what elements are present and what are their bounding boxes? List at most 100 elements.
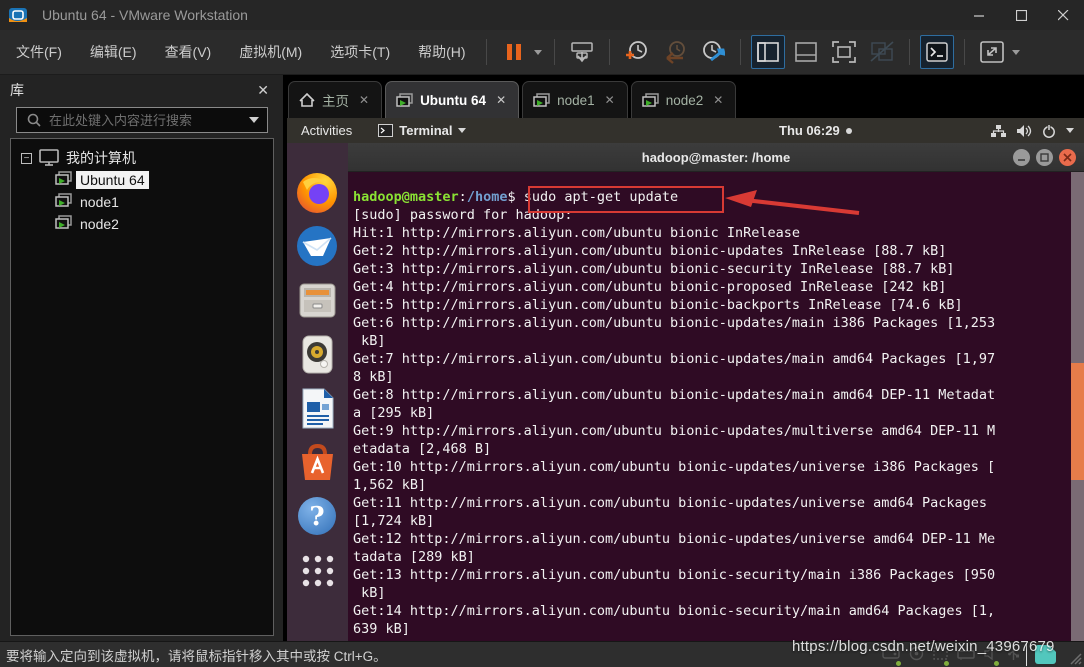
system-menu-chevron-icon[interactable]	[1066, 128, 1074, 133]
terminal-line: 639 kB]	[353, 620, 1084, 638]
terminal-scrollbar-thumb[interactable]	[1071, 363, 1084, 480]
terminal-line: a [295 kB]	[353, 404, 1084, 422]
console-view-toggle[interactable]	[920, 35, 954, 69]
ubuntu-top-bar: Activities Terminal Thu 06:29	[287, 118, 1084, 143]
vm-icon	[642, 93, 659, 108]
app-grid-icon[interactable]	[295, 548, 340, 593]
app-menu-chevron-icon	[458, 128, 466, 133]
tab-Ubuntu 64[interactable]: Ubuntu 64✕	[385, 81, 519, 118]
tab-主页[interactable]: 主页 ✕	[288, 81, 382, 118]
full-screen-icon[interactable]	[975, 35, 1009, 69]
rhythmbox-icon[interactable]	[295, 332, 340, 377]
home-icon	[299, 93, 315, 107]
terminal-line: Get:6 http://mirrors.aliyun.com/ubuntu b…	[353, 314, 1084, 332]
terminal-line: Get:14 http://mirrors.aliyun.com/ubuntu …	[353, 602, 1084, 620]
annotation-arrow-icon	[723, 188, 868, 222]
take-snapshot-icon[interactable]	[620, 35, 654, 69]
vm-icon	[55, 171, 72, 186]
power-icon[interactable]	[1042, 124, 1056, 138]
tree-item-node1[interactable]: node1	[55, 191, 267, 213]
show-library-toggle[interactable]	[751, 35, 785, 69]
library-sidebar: 库 ✕ − 我的计算机 Ubuntu 64 node1 node2	[0, 75, 283, 641]
firefox-icon[interactable]	[295, 170, 340, 215]
terminal-scrollbar[interactable]	[1071, 172, 1084, 641]
menu-item-0[interactable]: 文件(F)	[4, 36, 74, 68]
pause-button[interactable]	[497, 35, 531, 69]
clock[interactable]: Thu 06:29	[779, 123, 852, 138]
full-screen-dropdown-icon[interactable]	[1012, 50, 1020, 55]
menu-item-4[interactable]: 选项卡(T)	[318, 36, 402, 68]
annotation-highlight-box	[528, 186, 724, 213]
terminal-line: Get:9 http://mirrors.aliyun.com/ubuntu b…	[353, 422, 1084, 440]
terminal-line: tadata [289 kB]	[353, 548, 1084, 566]
terminal-line: 1,562 kB]	[353, 476, 1084, 494]
menu-bar: 文件(F)编辑(E)查看(V)虚拟机(M)选项卡(T)帮助(H)	[0, 30, 1084, 75]
thunderbird-icon[interactable]	[295, 224, 340, 269]
tab-node2[interactable]: node2 ✕	[631, 81, 737, 118]
terminal-maximize-button[interactable]	[1036, 149, 1053, 166]
tree-item-label: node1	[76, 193, 123, 211]
tab-bar: 主页✕Ubuntu 64✕node1✕node2✕	[283, 75, 1084, 118]
minimize-button[interactable]	[958, 0, 1000, 30]
terminal-line: kB]	[353, 332, 1084, 350]
tree-root-label: 我的计算机	[66, 148, 136, 168]
tab-label: 主页	[322, 90, 349, 110]
tree-root-my-computer[interactable]: − 我的计算机	[17, 147, 267, 169]
unity-icon-disabled	[865, 35, 899, 69]
search-dropdown-icon[interactable]	[249, 117, 259, 123]
terminal-window: hadoop@master: /home hadoop@master:/home…	[348, 143, 1084, 641]
terminal-line: Get:3 http://mirrors.aliyun.com/ubuntu b…	[353, 260, 1084, 278]
tab-close-icon[interactable]: ✕	[711, 93, 725, 107]
library-title: 库	[10, 80, 253, 100]
library-close-icon[interactable]: ✕	[253, 82, 273, 99]
pause-dropdown-icon[interactable]	[534, 50, 542, 55]
show-thumbnail-bar-toggle[interactable]	[789, 35, 823, 69]
terminal-line: Get:7 http://mirrors.aliyun.com/ubuntu b…	[353, 350, 1084, 368]
collapse-icon[interactable]: −	[21, 153, 32, 164]
vmware-workstation-window: Ubuntu 64 - VMware Workstation 文件(F)编辑(E…	[0, 0, 1084, 667]
fit-guest-icon[interactable]	[827, 35, 861, 69]
terminal-line: Get:2 http://mirrors.aliyun.com/ubuntu b…	[353, 242, 1084, 260]
tree-item-Ubuntu 64[interactable]: Ubuntu 64	[55, 169, 267, 191]
tree-item-label: node2	[76, 215, 123, 233]
tab-close-icon[interactable]: ✕	[603, 93, 617, 107]
tab-label: node2	[666, 93, 704, 108]
libreoffice-writer-icon[interactable]	[295, 386, 340, 431]
menu-item-1[interactable]: 编辑(E)	[78, 36, 149, 68]
terminal-minimize-button[interactable]	[1013, 149, 1030, 166]
svg-text:?: ?	[309, 502, 324, 532]
files-icon[interactable]	[295, 278, 340, 323]
terminal-output[interactable]: hadoop@master:/home$ sudo apt-get update…	[348, 172, 1084, 641]
activities-button[interactable]: Activities	[301, 123, 352, 138]
menu-item-5[interactable]: 帮助(H)	[406, 36, 477, 68]
network-icon[interactable]	[990, 124, 1006, 138]
terminal-close-button[interactable]	[1059, 149, 1076, 166]
terminal-line: Hit:1 http://mirrors.aliyun.com/ubuntu b…	[353, 224, 1084, 242]
send-ctrl-alt-del-icon[interactable]	[565, 35, 599, 69]
search-icon	[27, 113, 41, 127]
volume-icon[interactable]	[1016, 124, 1032, 138]
ubuntu-dock: ?	[287, 143, 348, 641]
maximize-button[interactable]	[1000, 0, 1042, 30]
help-icon[interactable]: ?	[295, 494, 340, 539]
tree-item-label: Ubuntu 64	[76, 171, 149, 189]
tab-close-icon[interactable]: ✕	[494, 93, 508, 107]
terminal-title-bar[interactable]: hadoop@master: /home	[348, 143, 1084, 172]
resize-grip[interactable]	[1068, 651, 1082, 665]
tab-close-icon[interactable]: ✕	[357, 93, 371, 107]
library-search[interactable]	[16, 107, 268, 133]
terminal-app-icon	[378, 124, 393, 137]
terminal-line: Get:12 http://mirrors.aliyun.com/ubuntu …	[353, 530, 1084, 548]
search-input[interactable]	[49, 113, 249, 128]
terminal-line: etadata [2,468 B]	[353, 440, 1084, 458]
terminal-app-menu[interactable]: Terminal	[378, 123, 469, 138]
close-button[interactable]	[1042, 0, 1084, 30]
terminal-line: [1,724 kB]	[353, 512, 1084, 530]
terminal-app-label: Terminal	[399, 123, 452, 138]
tree-item-node2[interactable]: node2	[55, 213, 267, 235]
menu-item-2[interactable]: 查看(V)	[153, 36, 224, 68]
manage-snapshots-icon[interactable]	[696, 35, 730, 69]
menu-item-3[interactable]: 虚拟机(M)	[227, 36, 314, 68]
ubuntu-software-icon[interactable]	[295, 440, 340, 485]
tab-node1[interactable]: node1✕	[522, 81, 628, 118]
